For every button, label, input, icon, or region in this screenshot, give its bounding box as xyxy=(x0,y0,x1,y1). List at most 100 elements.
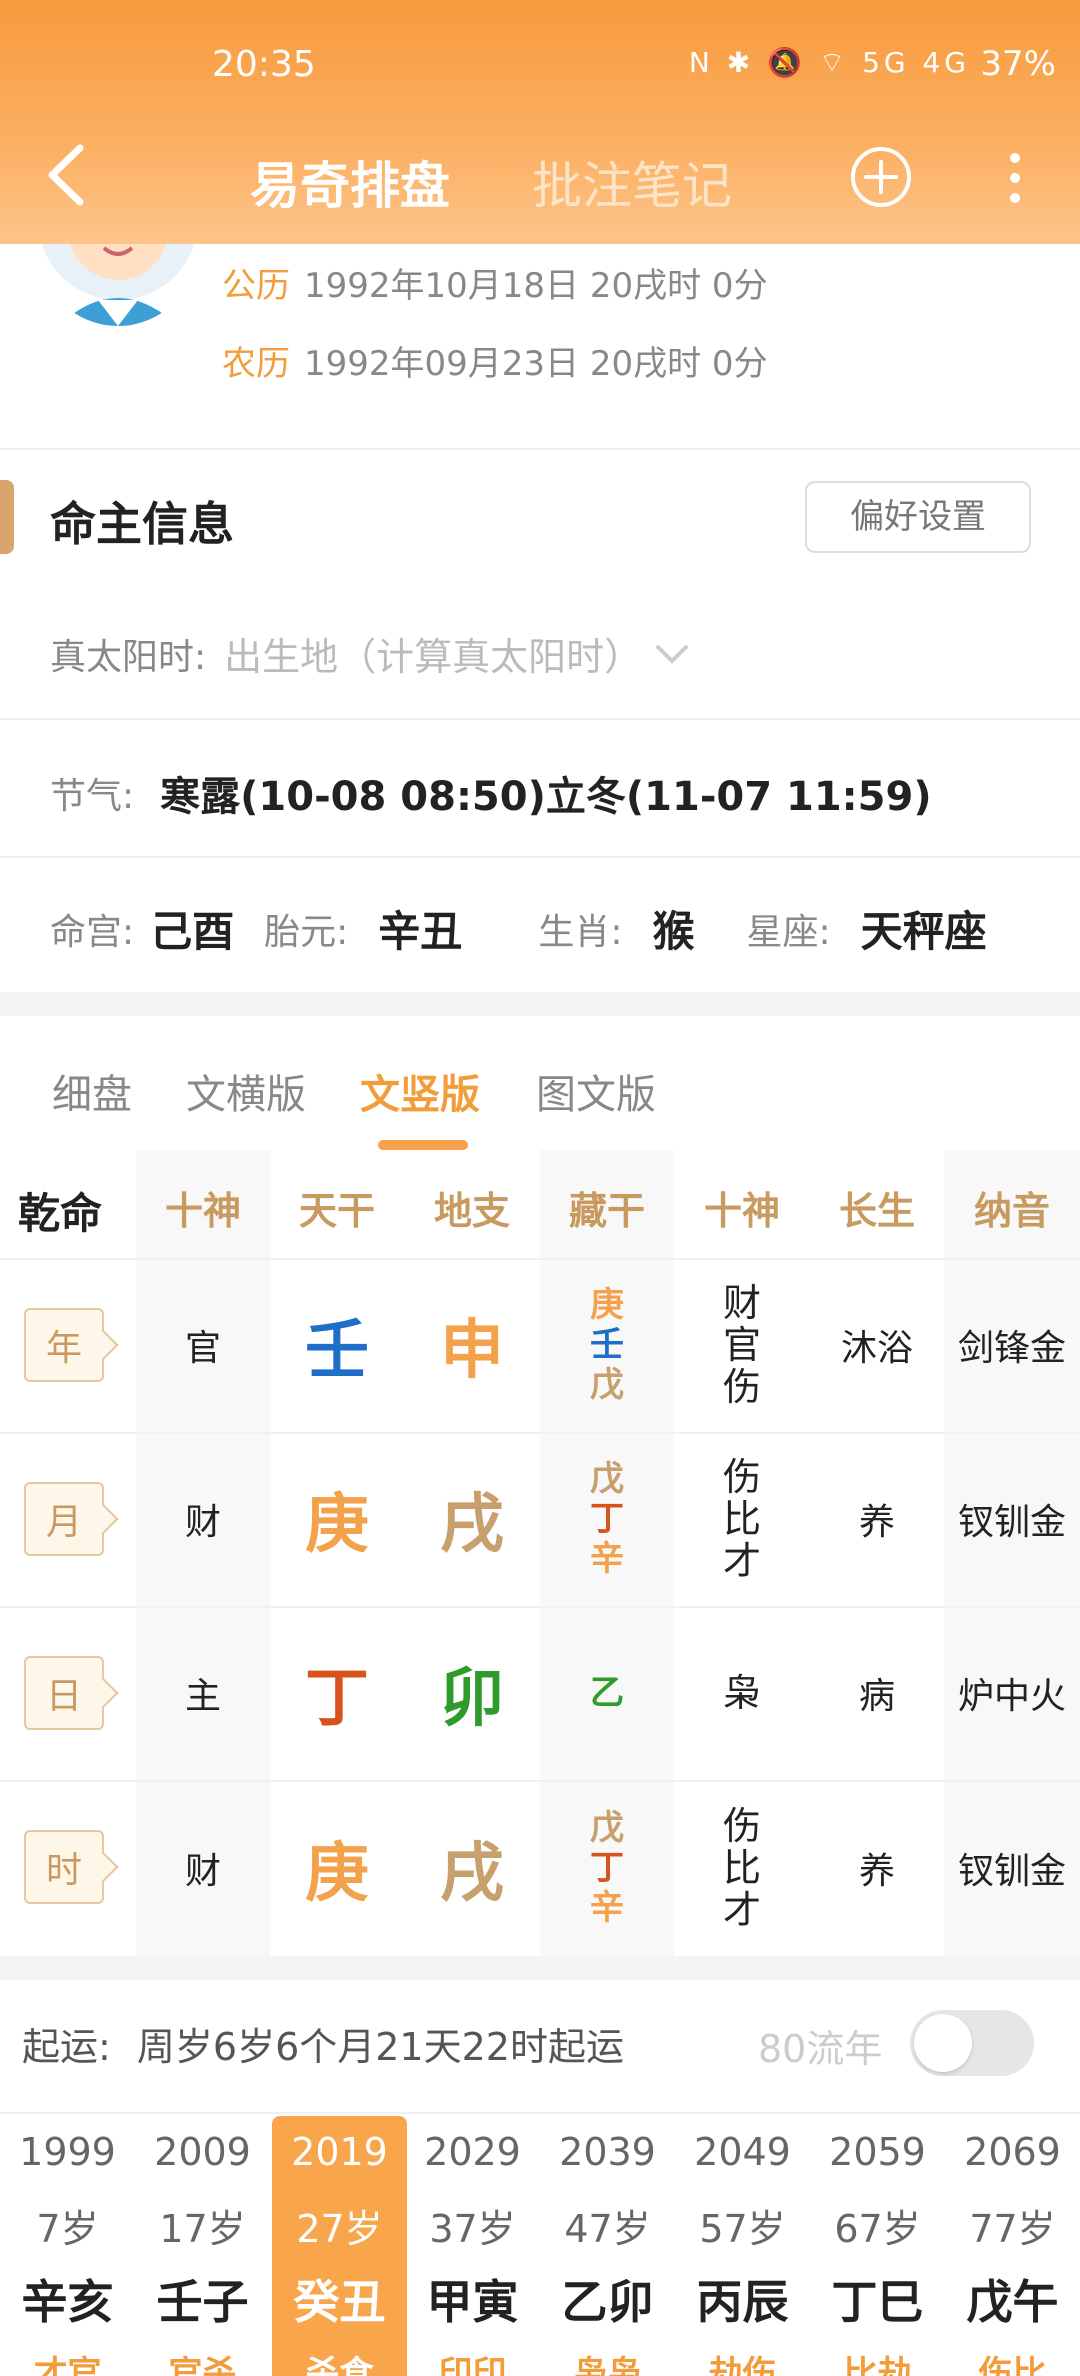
dayun-age: 57岁 xyxy=(699,2207,786,2251)
dayun-item[interactable]: 2009 17岁 壬子 官杀 xyxy=(135,2116,270,2376)
dayun-year: 2069 xyxy=(964,2130,1061,2174)
shishen2-day: 枭 xyxy=(674,1606,810,1780)
dayun-item[interactable]: 2039 47岁 乙卯 枭枭 xyxy=(540,2116,675,2376)
add-icon[interactable] xyxy=(850,146,912,208)
tab-wenshu[interactable]: 文竖版 xyxy=(360,1062,480,1120)
gender-label: 乾命 xyxy=(18,1189,103,1238)
dayun-ganzhi: 癸丑 xyxy=(293,2275,386,2329)
header-shishen2: 十神 xyxy=(703,1189,780,1233)
qiyun-label: 起运: xyxy=(22,2025,111,2069)
dayun-age: 47岁 xyxy=(564,2207,651,2251)
tab-xipan[interactable]: 细盘 xyxy=(52,1062,132,1120)
section-gap xyxy=(0,992,1080,1016)
birthplace-input[interactable]: 出生地（计算真太阳时） xyxy=(224,626,642,681)
dayun-age: 67岁 xyxy=(834,2207,921,2251)
dayun-year: 2019 xyxy=(291,2130,388,2174)
canggan-char: 乙 xyxy=(590,1673,624,1713)
dayun-shishen: 伤比 xyxy=(978,2354,1047,2376)
flow-years-toggle[interactable] xyxy=(910,2010,1034,2076)
divider xyxy=(0,448,1080,450)
canggan-char: 戊 xyxy=(590,1365,624,1405)
shishen2-char: 枭 xyxy=(722,1671,761,1715)
back-arrow-icon[interactable] xyxy=(40,140,100,210)
canggan-char: 庚 xyxy=(590,1285,624,1325)
nayin-day: 炉中火 xyxy=(957,1676,1066,1717)
dayun-strip: 1999 7岁 辛亥 才官 2009 17岁 壬子 官杀 2019 27岁 癸丑… xyxy=(0,2116,1080,2376)
flow-years-label: 80流年 xyxy=(758,2027,883,2071)
divider xyxy=(0,718,1080,720)
tab-paipan[interactable]: 易奇排盘 xyxy=(250,146,450,218)
shishen2-char: 伤 xyxy=(722,1804,761,1848)
header-nayin: 纳音 xyxy=(973,1189,1050,1233)
dayun-item[interactable]: 2049 57岁 丙辰 劫伤 xyxy=(675,2116,810,2376)
tiangan-year: 壬 xyxy=(305,1314,369,1388)
minggong-label: 命宫: xyxy=(50,911,135,953)
more-menu-icon[interactable] xyxy=(1000,148,1030,208)
dayun-item[interactable]: 1999 7岁 辛亥 才官 xyxy=(0,2116,135,2376)
xingzuo-value: 天秤座 xyxy=(860,907,987,956)
dayun-age: 17岁 xyxy=(159,2207,246,2251)
canggan-char: 戊 xyxy=(590,1459,624,1499)
status-time: 20:35 xyxy=(212,44,316,85)
shishen-day: 主 xyxy=(184,1676,221,1717)
chevron-down-icon[interactable] xyxy=(652,639,692,669)
solar-time-row[interactable]: 真太阳时: 出生地（计算真太阳时） xyxy=(50,626,692,681)
dayun-age: 77岁 xyxy=(969,2207,1056,2251)
xingzuo-label: 星座: xyxy=(746,911,831,953)
pillar-month: 月 xyxy=(24,1482,104,1556)
dayun-item[interactable]: 2069 77岁 戊午 伤比 xyxy=(945,2116,1080,2376)
tab-wenheng[interactable]: 文横版 xyxy=(186,1062,306,1120)
chart-info-row: 命宫: 己酉 胎元: 辛丑 生肖: 猴 星座: 天秤座 xyxy=(50,898,1060,959)
preferences-button[interactable]: 偏好设置 xyxy=(805,481,1031,553)
nav-bar: 易奇排盘 批注笔记 xyxy=(0,130,1080,220)
app-header: 20:35 N ✱ 🔕 ⌔ 5G 4G 37% 易奇排盘 批注笔记 xyxy=(0,0,1080,244)
shishen2-char: 比 xyxy=(722,1497,761,1541)
section-marker xyxy=(0,480,14,554)
canggan-char: 辛 xyxy=(590,1539,624,1579)
status-bar: 20:35 N ✱ 🔕 ⌔ 5G 4G 37% xyxy=(0,40,1080,100)
shishen2-char: 比 xyxy=(722,1846,761,1890)
dayun-ganzhi: 壬子 xyxy=(156,2275,249,2329)
canggan-month: 戊 丁 辛 xyxy=(540,1432,674,1606)
dayun-year: 1999 xyxy=(19,2130,116,2174)
shishen2-char: 才 xyxy=(722,1539,761,1583)
status-icons: N ✱ 🔕 ⌔ 5G 4G xyxy=(688,46,970,79)
solar-terms-label: 节气: xyxy=(50,776,135,817)
solar-terms-value: 寒露(10-08 08:50)立冬(11-07 11:59) xyxy=(160,774,932,820)
changsheng-hour: 养 xyxy=(858,1851,895,1892)
shishen2-month: 伤 比 才 xyxy=(674,1432,810,1606)
lunar-value: 1992年09月23日 20戌时 0分 xyxy=(304,344,768,384)
dayun-item[interactable]: 2059 67岁 丁巳 比劫 xyxy=(810,2116,945,2376)
divider xyxy=(0,856,1080,858)
dayun-year: 2009 xyxy=(154,2130,251,2174)
dayun-year: 2039 xyxy=(559,2130,656,2174)
canggan-year: 庚 壬 戊 xyxy=(540,1258,674,1432)
shishen2-char: 才 xyxy=(722,1888,761,1932)
tab-tuwen[interactable]: 图文版 xyxy=(536,1062,656,1120)
dayun-item-active[interactable]: 2019 27岁 癸丑 杀食 xyxy=(272,2116,407,2376)
shengxiao-label: 生肖: xyxy=(538,911,623,953)
canggan-char: 辛 xyxy=(590,1888,624,1928)
dayun-ganzhi: 丁巳 xyxy=(831,2275,924,2329)
dayun-year: 2049 xyxy=(694,2130,791,2174)
solar-time-label: 真太阳时: xyxy=(50,636,207,678)
dayun-shishen: 官杀 xyxy=(168,2354,237,2376)
divider xyxy=(0,2112,1080,2114)
dayun-ganzhi: 丙辰 xyxy=(696,2275,789,2329)
layout-tabs: 细盘 文横版 文竖版 图文版 xyxy=(0,1040,1080,1160)
dayun-item[interactable]: 2029 37岁 甲寅 印印 xyxy=(405,2116,540,2376)
nayin-hour: 钗钏金 xyxy=(957,1851,1066,1892)
section-gap xyxy=(0,1956,1080,1980)
dayun-shishen: 枭枭 xyxy=(573,2354,642,2376)
header-tiangan: 天干 xyxy=(298,1189,375,1233)
taiyuan-value: 辛丑 xyxy=(378,907,463,956)
tab-notes[interactable]: 批注笔记 xyxy=(532,146,732,218)
canggan-char: 壬 xyxy=(590,1325,624,1365)
dayun-age: 27岁 xyxy=(296,2207,383,2251)
tiangan-day: 丁 xyxy=(305,1662,369,1736)
taiyuan-label: 胎元: xyxy=(264,911,349,953)
tiangan-hour: 庚 xyxy=(305,1837,369,1911)
changsheng-year: 沐浴 xyxy=(840,1328,913,1369)
gregorian-value: 1992年10月18日 20戌时 0分 xyxy=(304,266,768,306)
dayun-year: 2059 xyxy=(829,2130,926,2174)
